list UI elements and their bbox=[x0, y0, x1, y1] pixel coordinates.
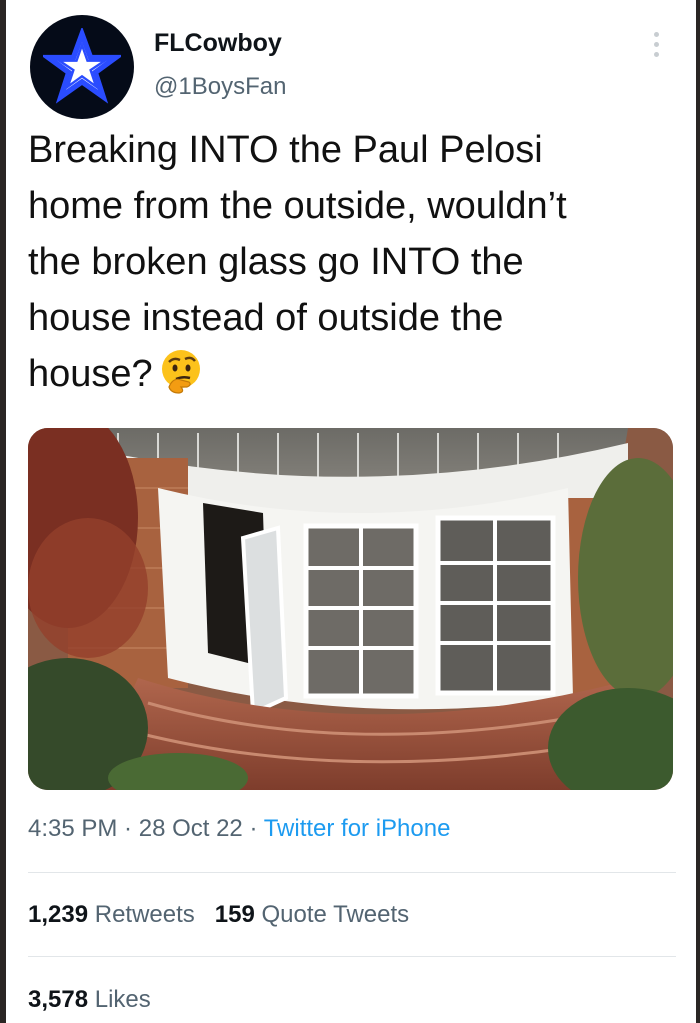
quote-tweets-label: Quote Tweets bbox=[261, 901, 410, 928]
user-handle[interactable]: @1BoysFan bbox=[154, 73, 286, 101]
tweet-source-link[interactable]: Twitter for iPhone bbox=[264, 815, 451, 842]
divider bbox=[28, 956, 676, 957]
tweet-date[interactable]: 28 Oct 22 bbox=[139, 815, 243, 842]
avatar[interactable] bbox=[30, 15, 134, 119]
tweet-body: Breaking INTO the Paul Pelosi home from … bbox=[28, 129, 567, 395]
likes-stat[interactable]: 3,578 Likes bbox=[28, 986, 151, 1013]
tweet-time[interactable]: 4:35 PM bbox=[28, 815, 117, 842]
separator: · bbox=[117, 815, 139, 842]
retweets-label: Retweets bbox=[94, 901, 195, 928]
quote-tweets-count: 159 bbox=[214, 901, 255, 928]
more-options-icon[interactable] bbox=[652, 32, 660, 57]
tweet-text: Breaking INTO the Paul Pelosi home from … bbox=[28, 122, 668, 411]
likes-count: 3,578 bbox=[28, 986, 89, 1013]
display-name[interactable]: FLCowboy bbox=[154, 29, 282, 58]
likes-stats-row: 3,578 Likes bbox=[28, 986, 171, 1014]
separator: · bbox=[242, 815, 264, 842]
divider bbox=[28, 872, 676, 873]
tweet-card: FLCowboy @1BoysFan Breaking INTO the Pau… bbox=[6, 0, 696, 1023]
star-icon bbox=[43, 28, 121, 104]
thinking-face-icon bbox=[159, 347, 207, 411]
retweets-count: 1,239 bbox=[28, 901, 89, 928]
house-photo bbox=[28, 428, 673, 790]
retweets-stat[interactable]: 1,239 Retweets bbox=[28, 901, 195, 928]
tweet-media-image[interactable] bbox=[28, 428, 673, 790]
quote-tweets-stat[interactable]: 159 Quote Tweets bbox=[215, 901, 409, 928]
likes-label: Likes bbox=[94, 986, 151, 1013]
tweet-meta: 4:35 PM · 28 Oct 22 · Twitter for iPhone bbox=[28, 815, 450, 843]
retweet-stats-row: 1,239 Retweets 159 Quote Tweets bbox=[28, 901, 429, 929]
